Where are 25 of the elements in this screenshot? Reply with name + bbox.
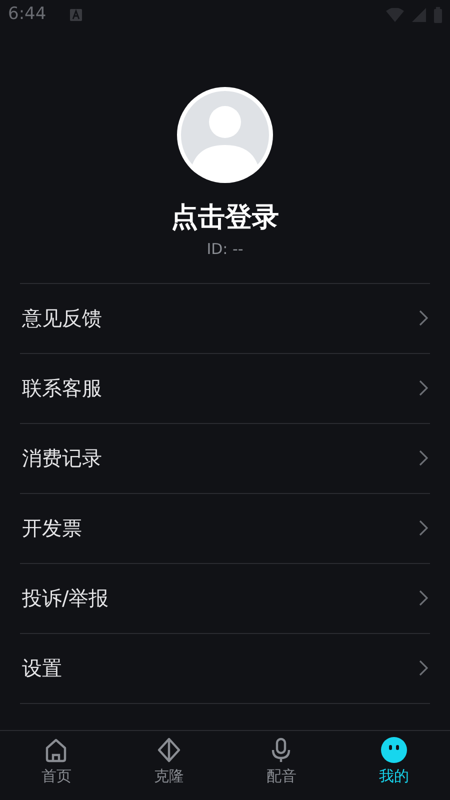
diamond-icon [156, 737, 182, 763]
chevron-icon [419, 310, 428, 326]
tab[interactable]: 配音 [225, 731, 338, 800]
menu-item[interactable]: 消费记录 [22, 443, 102, 474]
menu-item[interactable]: 意见反馈 [22, 303, 102, 334]
signal-icon [412, 8, 426, 22]
login-prompt[interactable]: 点击登录 [0, 202, 450, 234]
menu-item[interactable]: 投诉/举报 [22, 583, 109, 614]
chevron-icon [419, 520, 428, 536]
wifi-icon [386, 8, 404, 22]
chevron-icon [419, 380, 428, 396]
tab[interactable]: 我的 [338, 731, 450, 800]
battery-icon [434, 7, 442, 23]
menu-item[interactable]: 联系客服 [22, 373, 102, 404]
user-id: ID: -- [206, 239, 244, 260]
tab[interactable]: 首页 [0, 731, 112, 800]
face-icon [380, 737, 407, 763]
menu-item[interactable]: 设置 [22, 653, 62, 684]
chevron-icon [419, 660, 428, 676]
tab[interactable]: 克隆 [112, 731, 225, 800]
status-time: 6:44 [8, 3, 46, 26]
chevron-icon [419, 450, 428, 466]
menu-item[interactable]: 开发票 [22, 513, 82, 544]
chevron-icon [419, 590, 428, 606]
notification-icon [70, 9, 82, 21]
